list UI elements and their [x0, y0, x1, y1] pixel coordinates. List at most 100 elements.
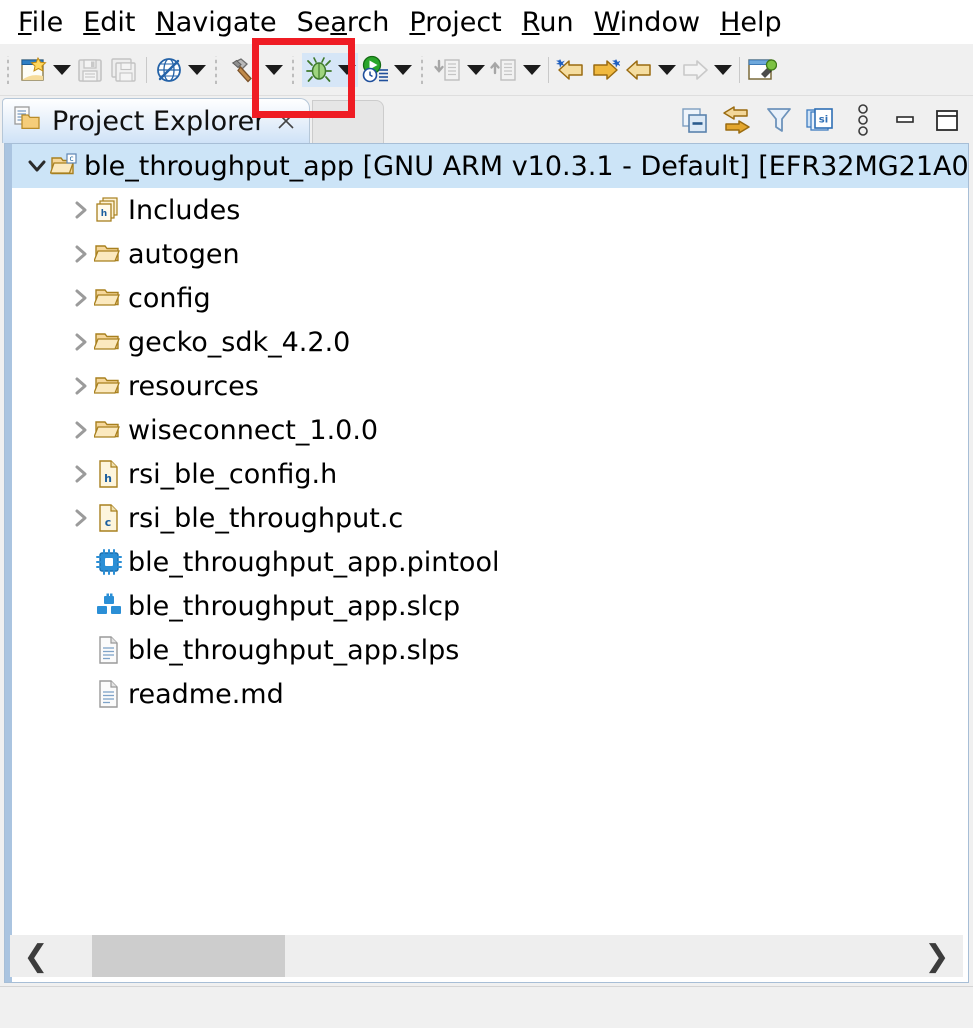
- tree-row-label: gecko_sdk_4.2.0: [128, 326, 351, 358]
- toolbar-grip-4[interactable]: [419, 55, 428, 84]
- debug-bug-icon[interactable]: [302, 52, 336, 87]
- build-dropdown-arrow[interactable]: [263, 53, 285, 87]
- save-icon[interactable]: [73, 53, 107, 87]
- build-hammer-icon[interactable]: [225, 53, 263, 87]
- chevron-right-icon[interactable]: [68, 364, 94, 408]
- includes-icon: h: [94, 195, 124, 225]
- tree-row-label: rsi_ble_throughput.c: [128, 502, 404, 534]
- print-dropdown-arrow[interactable]: [186, 53, 208, 87]
- scrollbar-thumb[interactable]: [92, 935, 285, 977]
- svg-text:h: h: [104, 472, 112, 485]
- collapse-all-icon[interactable]: [675, 100, 715, 140]
- menu-window[interactable]: Window: [584, 9, 710, 36]
- menu-bar: File Edit Navigate Search Project Run Wi…: [0, 0, 973, 44]
- back-to-icon[interactable]: [554, 53, 588, 87]
- si-projects-icon[interactable]: si: [801, 100, 841, 140]
- tab-project-explorer[interactable]: Project Explorer: [2, 98, 310, 143]
- tree-row-label: wiseconnect_1.0.0: [128, 414, 379, 446]
- tree-row-includes[interactable]: h Includes: [12, 188, 968, 232]
- chevron-right-icon[interactable]: [68, 320, 94, 364]
- link-with-editor-icon[interactable]: [717, 100, 757, 140]
- c-project-icon: c: [50, 151, 80, 181]
- tree-row-slcp[interactable]: ble_throughput_app.slcp: [12, 584, 968, 628]
- menu-help[interactable]: Help: [710, 9, 792, 36]
- minimize-icon[interactable]: [885, 100, 925, 140]
- c-file-icon: c: [94, 503, 124, 533]
- scroll-right-arrow[interactable]: ❯: [911, 935, 963, 977]
- toolbar-grip-2[interactable]: [213, 55, 222, 84]
- toolbar-separator: [146, 56, 147, 83]
- tree-viewport[interactable]: c ble_throughput_app [GNU ARM v10.3.1 - …: [12, 144, 968, 982]
- previous-edit-icon[interactable]: [622, 53, 656, 87]
- svg-text:h: h: [101, 209, 107, 219]
- tree-row-readme[interactable]: readme.md: [12, 672, 968, 716]
- debug-dropdown-arrow[interactable]: [336, 52, 358, 87]
- folder-icon: [94, 239, 124, 269]
- scrollbar-track[interactable]: [62, 935, 911, 977]
- toolbar-grip[interactable]: [5, 55, 14, 84]
- chevron-right-icon[interactable]: [68, 232, 94, 276]
- filter-icon[interactable]: [759, 100, 799, 140]
- menu-file[interactable]: File: [8, 9, 73, 36]
- close-icon[interactable]: [275, 110, 297, 132]
- export-icon[interactable]: [487, 53, 521, 87]
- tree-row-project[interactable]: c ble_throughput_app [GNU ARM v10.3.1 - …: [12, 144, 968, 188]
- chevron-right-icon[interactable]: [68, 276, 94, 320]
- slcp-icon: [94, 591, 124, 621]
- tree-row-gecko-sdk[interactable]: gecko_sdk_4.2.0: [12, 320, 968, 364]
- import-dropdown-arrow[interactable]: [465, 53, 487, 87]
- tree-row-config[interactable]: config: [12, 276, 968, 320]
- tree-row-autogen[interactable]: autogen: [12, 232, 968, 276]
- next-edit-dropdown-arrow[interactable]: [712, 53, 734, 87]
- export-dropdown-arrow[interactable]: [521, 53, 543, 87]
- tree-row-wiseconnect[interactable]: wiseconnect_1.0.0: [12, 408, 968, 452]
- horizontal-scrollbar[interactable]: ❮ ❯: [10, 935, 963, 977]
- forward-to-icon[interactable]: [588, 53, 622, 87]
- panel-left-accent: [5, 144, 12, 982]
- menu-run[interactable]: Run: [512, 9, 584, 36]
- svg-text:c: c: [69, 154, 73, 163]
- ide-window: File Edit Navigate Search Project Run Wi…: [0, 0, 973, 1028]
- chevron-right-icon[interactable]: [68, 496, 94, 540]
- new-file-dropdown-arrow[interactable]: [51, 53, 73, 87]
- pintool-icon: [94, 547, 124, 577]
- tree-row-label: config: [128, 282, 211, 314]
- import-icon[interactable]: [431, 53, 465, 87]
- menu-navigate[interactable]: Navigate: [146, 9, 287, 36]
- folder-icon: [94, 283, 124, 313]
- next-edit-icon[interactable]: [678, 53, 712, 87]
- chevron-right-icon[interactable]: [68, 188, 94, 232]
- previous-edit-dropdown-arrow[interactable]: [656, 53, 678, 87]
- project-tree: c ble_throughput_app [GNU ARM v10.3.1 - …: [12, 144, 968, 716]
- toolbar-separator-2: [548, 56, 549, 83]
- tree-row-pintool[interactable]: ble_throughput_app.pintool: [12, 540, 968, 584]
- maximize-icon[interactable]: [927, 100, 967, 140]
- chevron-down-icon[interactable]: [24, 144, 50, 188]
- view-toolbar: si: [675, 96, 967, 143]
- toolbar-grip-3[interactable]: [290, 55, 299, 84]
- folder-icon: [94, 415, 124, 445]
- print-disabled-icon[interactable]: [152, 53, 186, 87]
- save-all-icon[interactable]: [107, 53, 141, 87]
- view-menu-icon[interactable]: [843, 100, 883, 140]
- tree-row-resources[interactable]: resources: [12, 364, 968, 408]
- tree-row-rsi-ble-config-h[interactable]: h rsi_ble_config.h: [12, 452, 968, 496]
- tree-row-label: ble_throughput_app [GNU ARM v10.3.1 - De…: [84, 150, 968, 182]
- document-icon: [94, 635, 124, 665]
- run-dropdown-arrow[interactable]: [392, 53, 414, 87]
- chevron-right-icon[interactable]: [68, 452, 94, 496]
- tab-strip-stub: [312, 100, 384, 144]
- chevron-right-icon[interactable]: [68, 408, 94, 452]
- menu-search[interactable]: Search: [287, 9, 400, 36]
- run-icon[interactable]: [358, 53, 392, 87]
- menu-edit[interactable]: Edit: [73, 9, 145, 36]
- menu-project[interactable]: Project: [399, 9, 511, 36]
- tree-row-slps[interactable]: ble_throughput_app.slps: [12, 628, 968, 672]
- new-file-icon[interactable]: [17, 53, 51, 87]
- tree-row-rsi-ble-throughput-c[interactable]: c rsi_ble_throughput.c: [12, 496, 968, 540]
- scroll-left-arrow[interactable]: ❮: [10, 935, 62, 977]
- project-explorer-icon: [13, 104, 43, 138]
- folder-icon: [94, 327, 124, 357]
- tab-label: Project Explorer: [52, 105, 266, 137]
- new-perspective-icon[interactable]: [745, 53, 779, 87]
